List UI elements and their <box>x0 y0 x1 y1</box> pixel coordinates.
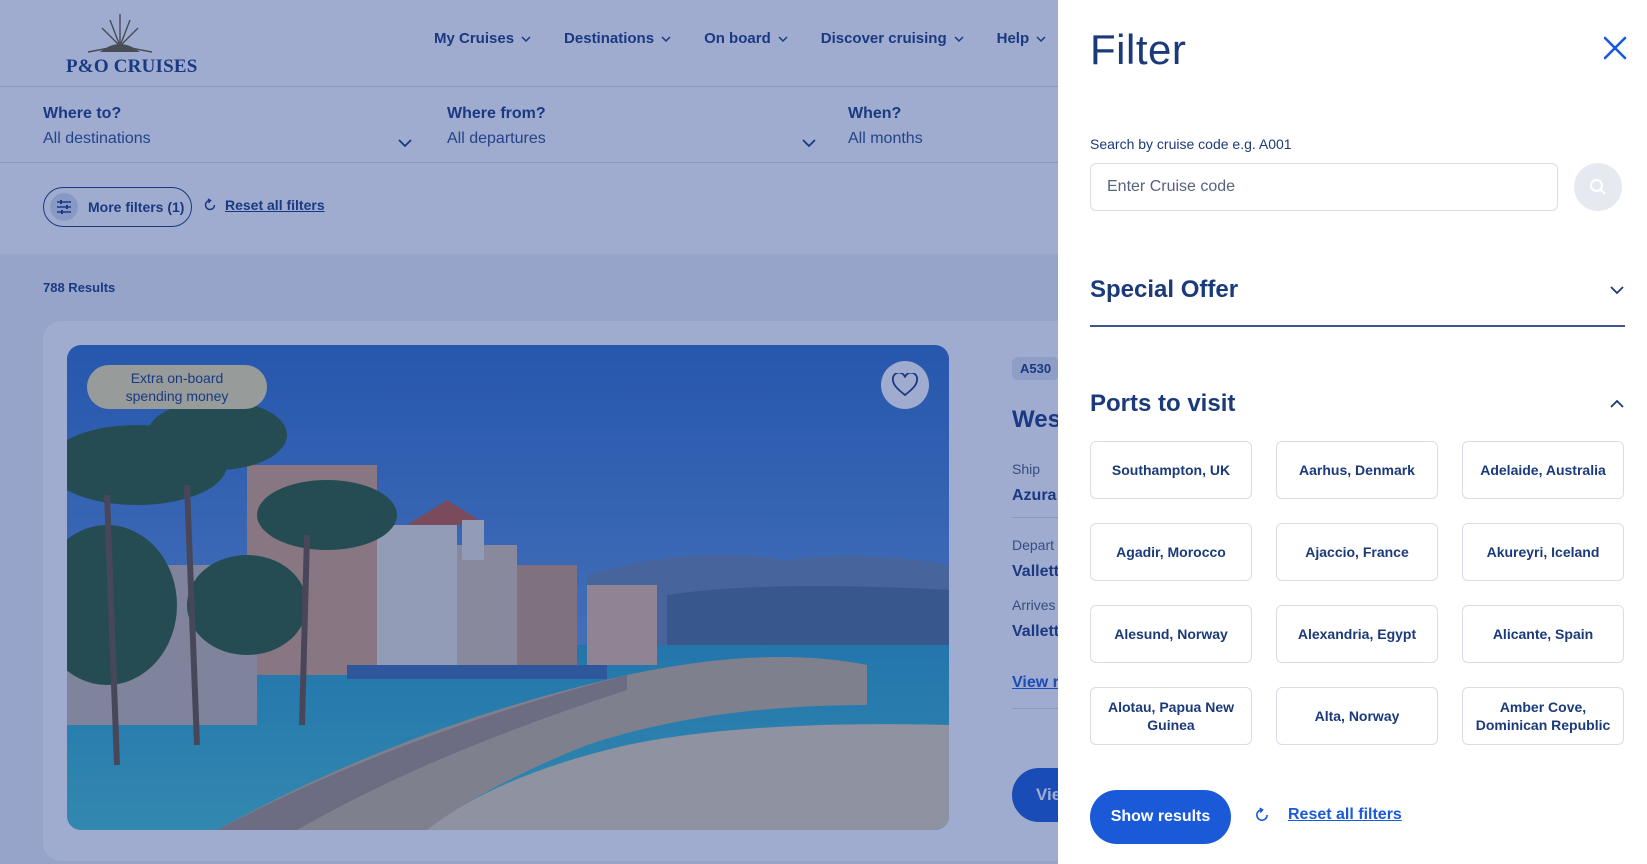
chevron-down-icon <box>1610 286 1624 295</box>
cruise-code-label: Search by cruise code e.g. A001 <box>1090 136 1292 152</box>
port-option[interactable]: Alexandria, Egypt <box>1276 605 1438 663</box>
port-option[interactable]: Agadir, Morocco <box>1090 523 1252 581</box>
port-option[interactable]: Amber Cove, Dominican Republic <box>1462 687 1624 745</box>
special-offer-section-toggle[interactable]: Special Offer <box>1090 260 1625 320</box>
special-offer-heading: Special Offer <box>1090 276 1239 303</box>
show-results-button[interactable]: Show results <box>1090 790 1231 844</box>
drawer-reset-label: Reset all filters <box>1288 806 1402 823</box>
filter-drawer: Filter Search by cruise code e.g. A001 S… <box>1058 0 1647 864</box>
cruise-code-search-button[interactable] <box>1574 163 1622 211</box>
ports-heading: Ports to visit <box>1090 390 1236 417</box>
port-option[interactable]: Alotau, Papua New Guinea <box>1090 687 1252 745</box>
port-option[interactable]: Southampton, UK <box>1090 441 1252 499</box>
port-option[interactable]: Ajaccio, France <box>1276 523 1438 581</box>
modal-backdrop[interactable] <box>0 0 1058 864</box>
drawer-title: Filter <box>1090 26 1187 73</box>
refresh-icon <box>1256 807 1268 821</box>
port-option[interactable]: Adelaide, Australia <box>1462 441 1624 499</box>
port-option[interactable]: Aarhus, Denmark <box>1276 441 1438 499</box>
port-option[interactable]: Alta, Norway <box>1276 687 1438 745</box>
search-icon <box>1590 179 1606 195</box>
ports-grid: Southampton, UK Aarhus, Denmark Adelaide… <box>1090 441 1625 745</box>
close-icon[interactable] <box>1601 34 1629 62</box>
cruise-code-input[interactable] <box>1090 163 1558 211</box>
chevron-up-icon <box>1610 399 1624 408</box>
drawer-reset-all-filters-link[interactable]: Reset all filters <box>1254 806 1402 824</box>
port-option[interactable]: Alicante, Spain <box>1462 605 1624 663</box>
ports-section-toggle[interactable]: Ports to visit <box>1090 374 1625 434</box>
port-option[interactable]: Alesund, Norway <box>1090 605 1252 663</box>
section-divider <box>1090 325 1625 327</box>
port-option[interactable]: Akureyri, Iceland <box>1462 523 1624 581</box>
